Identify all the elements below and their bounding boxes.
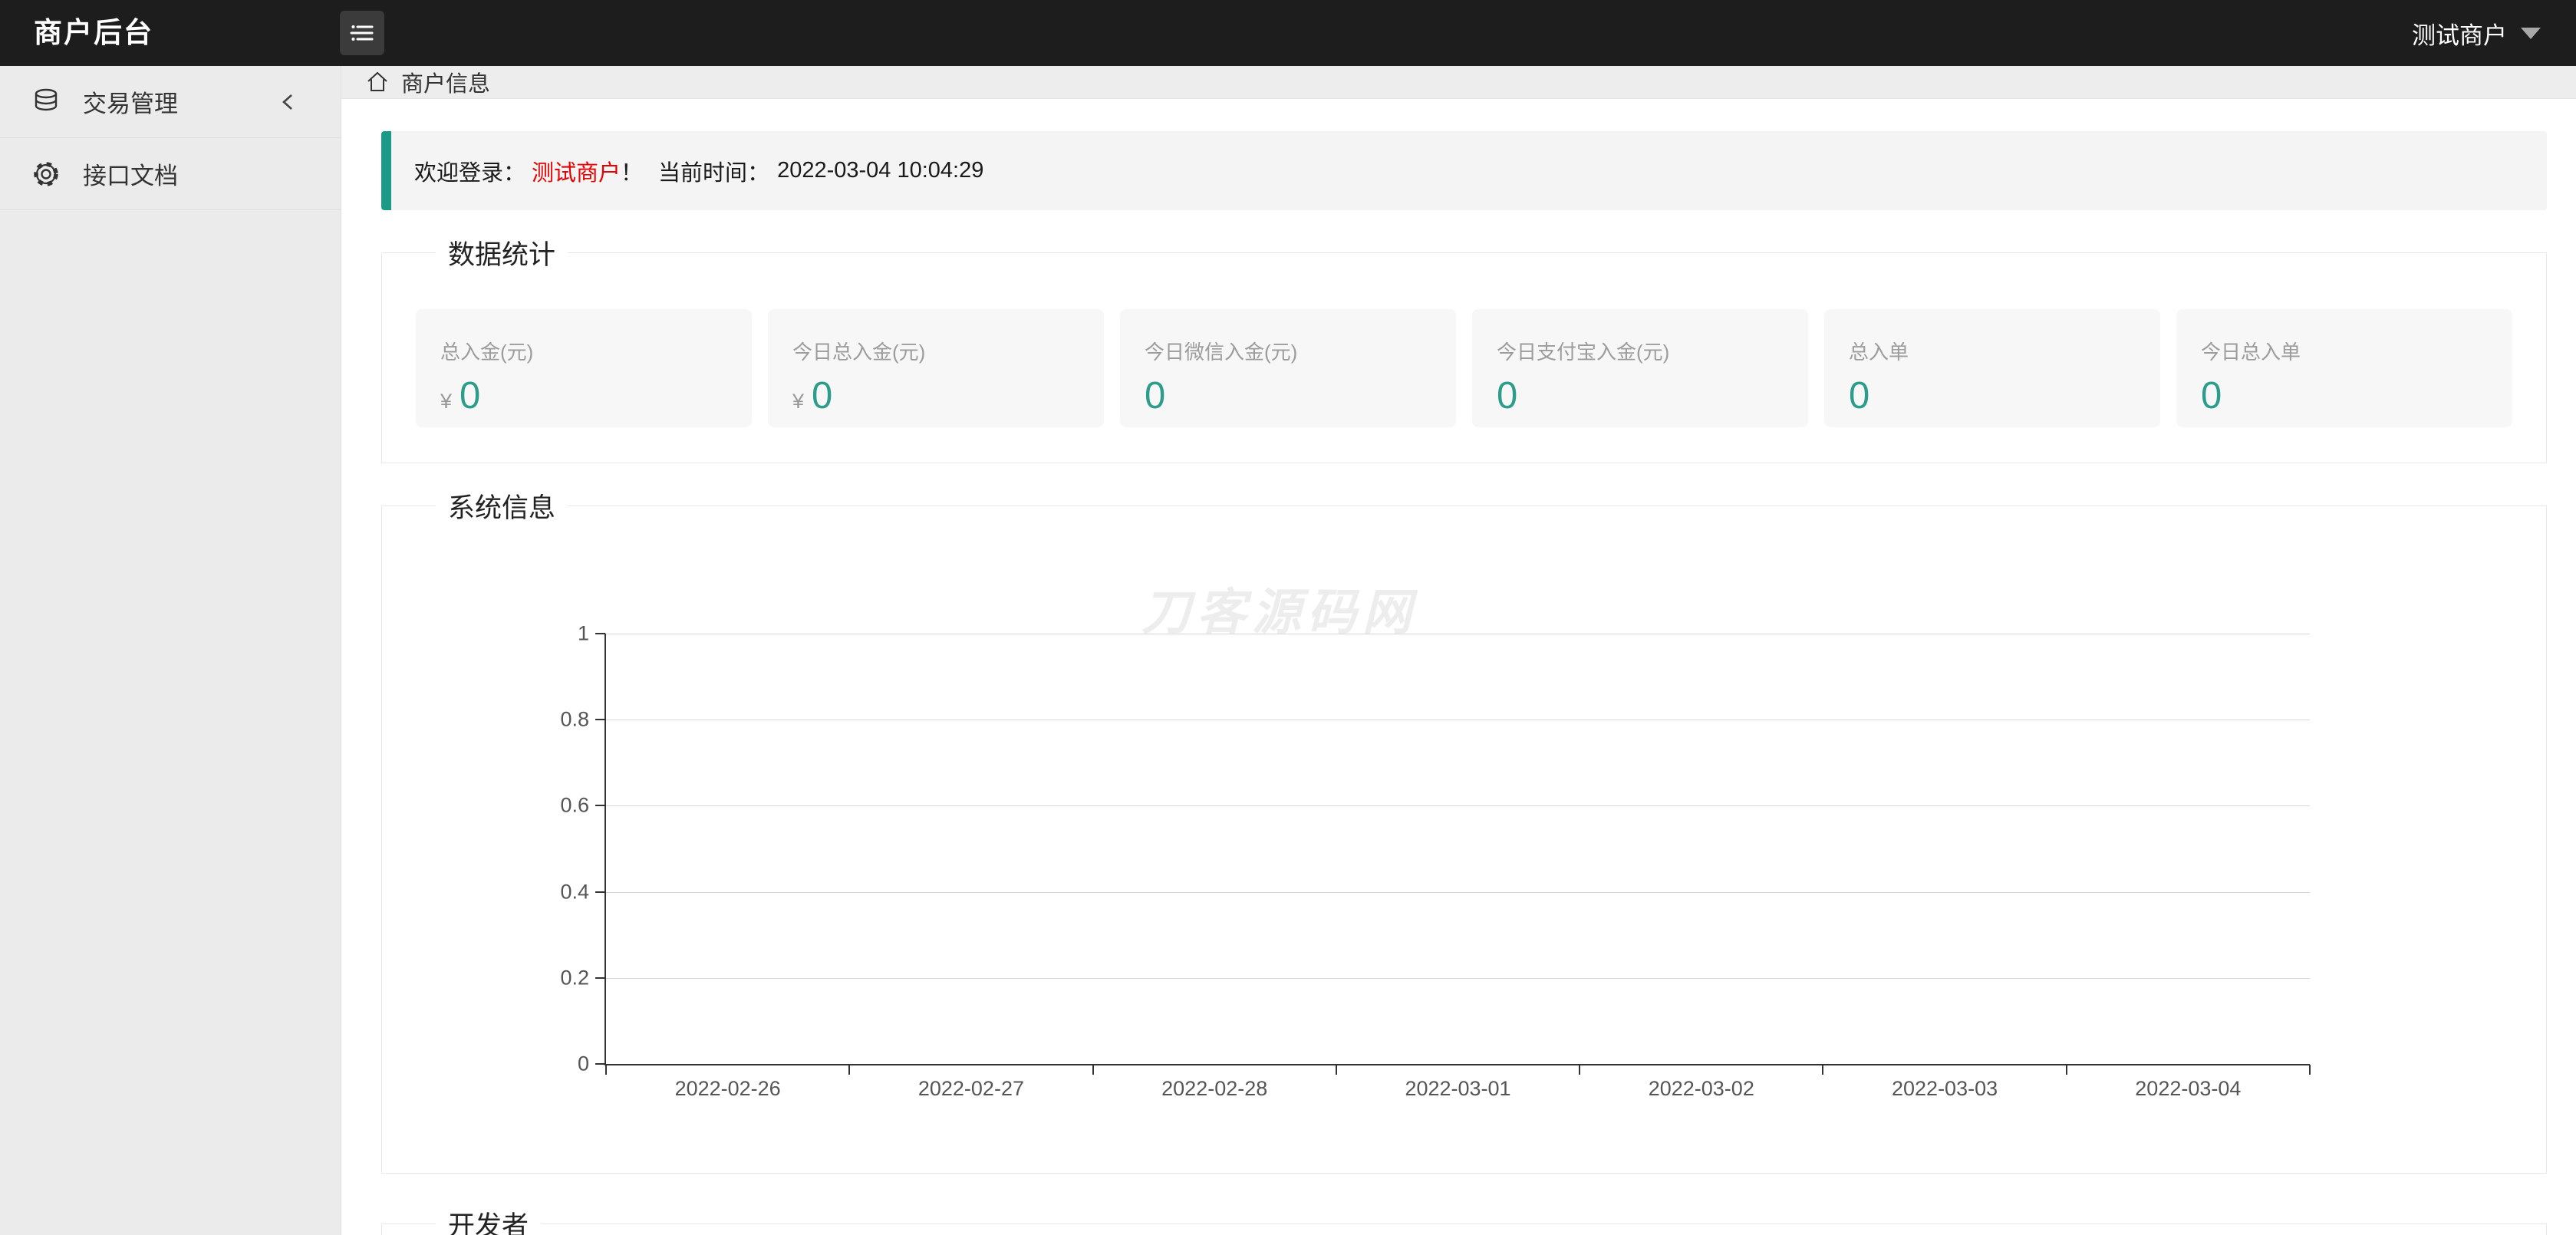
list-icon (348, 19, 376, 47)
stat-card-label: 总入单 (1849, 337, 2160, 365)
chart: 刀客源码网 10.80.60.40.202022-02-262022-02-27… (416, 525, 2512, 1131)
stat-card-value: 0 (812, 374, 832, 417)
x-axis-tick (1092, 1065, 1094, 1075)
currency-symbol: ¥ (792, 390, 804, 413)
x-tick-label: 2022-02-27 (918, 1077, 1024, 1101)
breadcrumb: 商户信息 (341, 66, 2576, 99)
stat-card-value: 0 (1497, 374, 1517, 417)
y-axis-tick (595, 719, 605, 720)
user-menu[interactable]: 测试商户 (2412, 0, 2541, 66)
system-info-section: 系统信息 刀客源码网 10.80.60.40.202022-02-262022-… (381, 486, 2547, 1174)
stat-card-label: 今日总入单 (2201, 337, 2512, 365)
stat-card-total-in: 总入金(元) ¥0 (416, 309, 752, 427)
database-icon (31, 87, 61, 117)
x-axis-tick (848, 1065, 850, 1075)
stat-card-value: 0 (460, 374, 480, 417)
developer-section-title: 开发者 (436, 1204, 541, 1235)
sidebar-item-trade-management[interactable]: 交易管理 (0, 66, 341, 138)
x-tick-label: 2022-02-28 (1161, 1077, 1267, 1101)
stat-card-value: 0 (1145, 374, 1165, 417)
stat-card-wechat-in: 今日微信入金(元) 0 (1120, 309, 1456, 427)
y-axis-tick (595, 805, 605, 806)
y-tick-label: 0.4 (560, 880, 589, 904)
user-name: 测试商户 (2412, 16, 2507, 51)
currency-symbol: ¥ (440, 390, 452, 413)
stats-section-title: 数据统计 (436, 233, 568, 272)
home-icon (364, 69, 390, 95)
x-axis-tick (2066, 1065, 2067, 1075)
breadcrumb-label: 商户信息 (401, 66, 490, 98)
content: 欢迎登录： 测试商户 ！ 当前时间： 2022-03-04 10:04:29 数… (341, 99, 2576, 1235)
current-time: 2022-03-04 10:04:29 (777, 158, 983, 183)
y-axis-tick (595, 1063, 605, 1065)
x-tick-label: 2022-03-04 (2135, 1077, 2241, 1101)
sidebar: 交易管理 接口文档 (0, 66, 341, 1235)
stat-card-value: 0 (2201, 374, 2222, 417)
time-label: 当前时间： (658, 155, 769, 187)
x-tick-label: 2022-02-26 (675, 1077, 781, 1101)
app-title: 商户后台 (34, 0, 153, 66)
x-axis-tick (1579, 1065, 1580, 1075)
x-axis-tick (2309, 1065, 2311, 1075)
y-gridline (606, 892, 2310, 893)
stat-card-value: 0 (1849, 374, 1869, 417)
chart-plot-area: 10.80.60.40.202022-02-262022-02-272022-0… (604, 634, 2310, 1065)
y-tick-label: 0 (578, 1052, 589, 1076)
welcome-banner: 欢迎登录： 测试商户 ！ 当前时间： 2022-03-04 10:04:29 (381, 131, 2547, 210)
stat-card-total-orders: 总入单 0 (1824, 309, 2160, 427)
stat-card-alipay-in: 今日支付宝入金(元) 0 (1472, 309, 1808, 427)
gear-icon (31, 159, 61, 189)
top-bar: 商户后台 测试商户 (0, 0, 2576, 66)
y-tick-label: 0.8 (560, 708, 589, 732)
chevron-left-icon (278, 91, 298, 114)
stat-card-label: 今日微信入金(元) (1145, 337, 1456, 365)
stat-card-label: 今日总入金(元) (792, 337, 1104, 365)
sidebar-toggle-button[interactable] (340, 11, 384, 55)
x-tick-label: 2022-03-01 (1405, 1077, 1510, 1101)
merchant-name: 测试商户 (532, 155, 621, 187)
x-tick-label: 2022-03-02 (1649, 1077, 1754, 1101)
main-area: 商户信息 欢迎登录： 测试商户 ！ 当前时间： 2022-03-04 10:04… (341, 66, 2576, 1235)
y-axis-tick (595, 633, 605, 634)
sidebar-item-api-docs[interactable]: 接口文档 (0, 138, 341, 210)
system-section-title: 系统信息 (436, 486, 568, 525)
caret-down-icon (2521, 28, 2541, 39)
x-axis-tick (605, 1065, 607, 1075)
y-axis-tick (595, 977, 605, 979)
y-gridline (606, 805, 2310, 806)
x-tick-label: 2022-03-03 (1892, 1077, 1998, 1101)
stat-card-today-orders: 今日总入单 0 (2176, 309, 2512, 427)
y-axis-tick (595, 891, 605, 893)
x-axis-tick (1336, 1065, 1337, 1075)
welcome-prefix: 欢迎登录： (414, 155, 525, 187)
stat-cards-row: 总入金(元) ¥0 今日总入金(元) ¥0 今日微信入金(元) 0 今日支付宝入… (416, 309, 2512, 427)
y-tick-label: 0.6 (560, 794, 589, 818)
y-gridline (606, 978, 2310, 979)
stat-card-today-in: 今日总入金(元) ¥0 (768, 309, 1104, 427)
welcome-bang: ！ (621, 155, 643, 187)
sidebar-item-label: 接口文档 (83, 156, 178, 191)
stats-section: 数据统计 总入金(元) ¥0 今日总入金(元) ¥0 今日微信入金(元) 0 (381, 233, 2547, 463)
stat-card-label: 总入金(元) (440, 337, 752, 365)
stat-card-label: 今日支付宝入金(元) (1497, 337, 1808, 365)
developer-section: 开发者 (381, 1204, 2547, 1235)
x-axis-tick (1822, 1065, 1823, 1075)
y-tick-label: 1 (578, 622, 589, 646)
y-tick-label: 0.2 (560, 966, 589, 990)
sidebar-item-label: 交易管理 (83, 84, 178, 119)
